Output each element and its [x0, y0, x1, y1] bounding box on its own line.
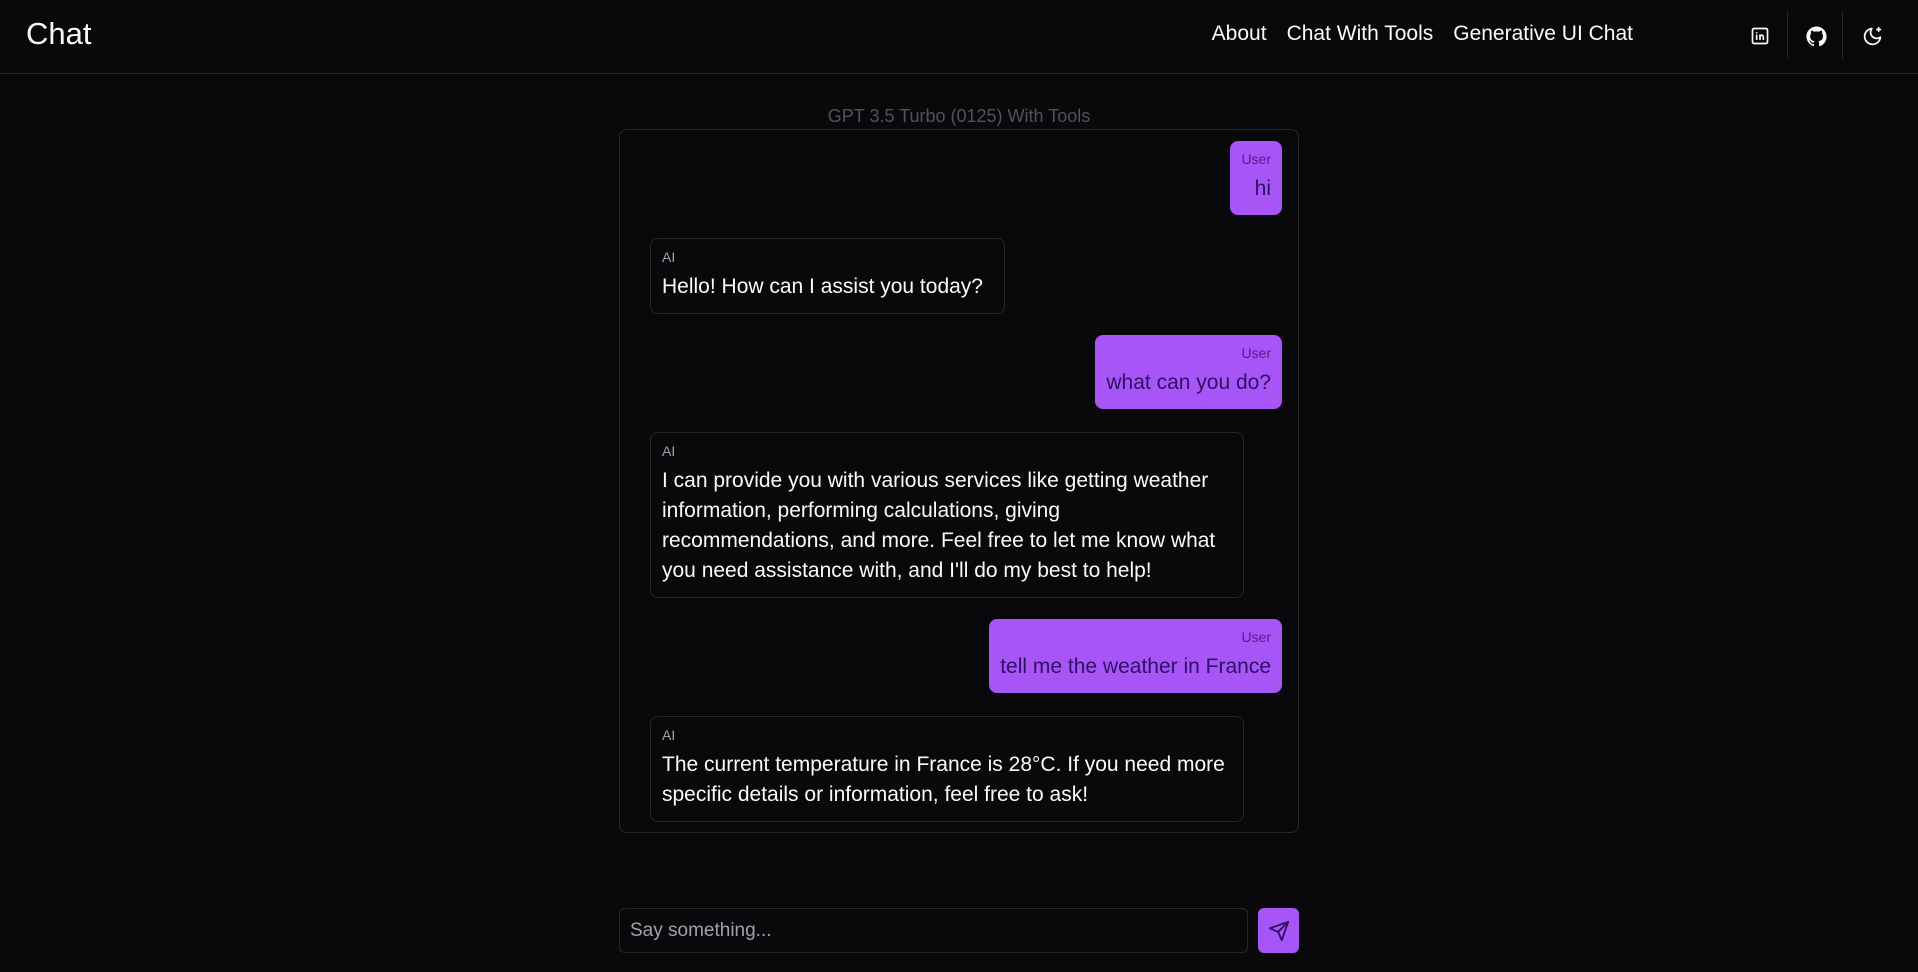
- linkedin-button[interactable]: [1740, 16, 1780, 56]
- message-input[interactable]: [620, 909, 1247, 952]
- brand-link[interactable]: Chat: [26, 16, 91, 52]
- main-nav: About Chat With Tools Generative UI Chat: [1212, 22, 1633, 46]
- message-role: AI: [662, 727, 676, 743]
- message-role: AI: [662, 443, 676, 459]
- message-text: hi: [1254, 177, 1271, 200]
- message-text: what can you do?: [1106, 371, 1271, 394]
- user-message: User hi: [1230, 141, 1282, 215]
- ai-message: AI The current temperature in France is …: [650, 716, 1244, 822]
- top-navbar: Chat About Chat With Tools Generative UI…: [0, 0, 1918, 74]
- header-divider: [1842, 12, 1843, 59]
- theme-toggle-button[interactable]: [1852, 16, 1892, 56]
- nav-about-link[interactable]: About: [1212, 22, 1267, 46]
- message-role: AI: [662, 249, 676, 265]
- message-text: The current temperature in France is 28°…: [662, 753, 1225, 806]
- user-message: User what can you do?: [1095, 335, 1282, 409]
- header-divider: [1787, 12, 1788, 59]
- message-text: I can provide you with various services …: [662, 469, 1216, 582]
- message-composer: [619, 908, 1248, 953]
- message-role: User: [1241, 151, 1271, 167]
- message-role: User: [1241, 345, 1271, 361]
- user-message: User tell me the weather in France: [989, 619, 1282, 693]
- message-role: User: [1241, 629, 1271, 645]
- ai-message: AI I can provide you with various servic…: [650, 432, 1244, 598]
- nav-generative-ui-chat-link[interactable]: Generative UI Chat: [1453, 22, 1633, 46]
- nav-chat-with-tools-link[interactable]: Chat With Tools: [1287, 22, 1434, 46]
- linkedin-icon: [1751, 27, 1769, 45]
- github-icon: [1805, 25, 1827, 46]
- chat-transcript: User hi AI Hello! How can I assist you t…: [619, 129, 1299, 833]
- send-icon: [1268, 920, 1289, 941]
- ai-message: AI Hello! How can I assist you today?: [650, 238, 1005, 314]
- model-label: GPT 3.5 Turbo (0125) With Tools: [827, 106, 1091, 126]
- message-text: tell me the weather in France: [1000, 655, 1271, 678]
- moon-icon: [1863, 26, 1881, 45]
- send-button[interactable]: [1258, 908, 1299, 953]
- message-text: Hello! How can I assist you today?: [662, 275, 983, 298]
- github-button[interactable]: [1796, 16, 1836, 56]
